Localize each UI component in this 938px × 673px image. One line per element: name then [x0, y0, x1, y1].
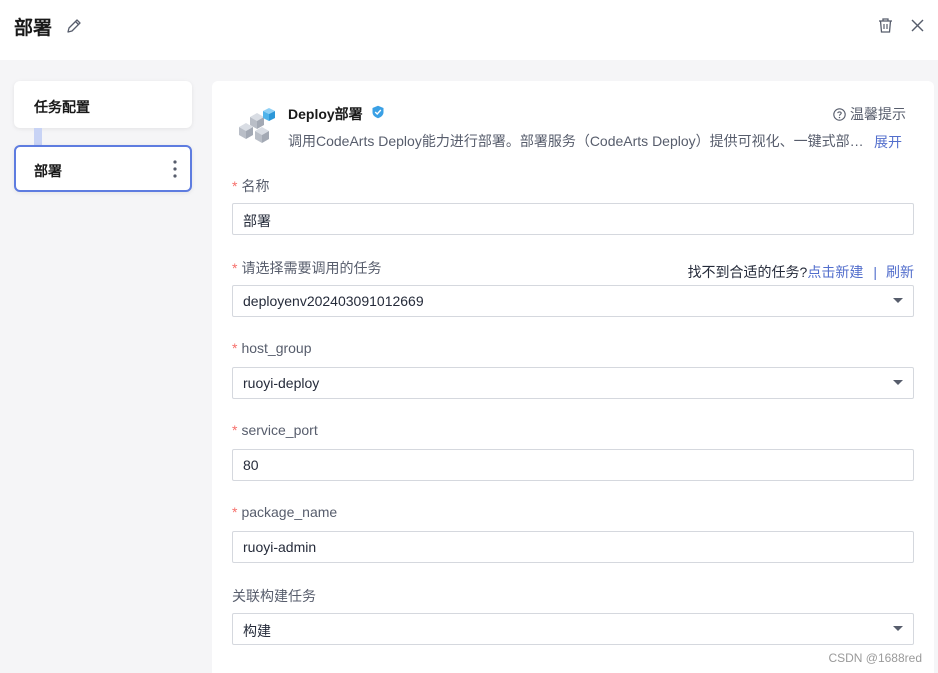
deploy-cubes-icon: [239, 108, 275, 143]
tip-link[interactable]: 温馨提示: [833, 104, 906, 124]
caret-down-icon: [893, 298, 903, 303]
watermark: CSDN @1688red: [828, 651, 922, 665]
package-name-label: * package_name: [232, 504, 338, 520]
create-task-link[interactable]: 点击新建: [807, 264, 863, 280]
caret-down-icon: [893, 626, 903, 631]
trash-icon[interactable]: [877, 17, 894, 34]
stage-deploy[interactable]: 部署: [14, 145, 192, 192]
task-select[interactable]: deployenv202403091012669: [232, 285, 914, 317]
verified-badge-icon: [372, 105, 384, 119]
expand-link[interactable]: 展开: [874, 132, 902, 152]
package-name-input[interactable]: ruoyi-admin: [232, 531, 914, 563]
required-mark: *: [232, 422, 238, 438]
header: 部署: [0, 0, 938, 60]
help-circle-icon: [833, 107, 846, 121]
page-title: 部署: [14, 18, 53, 39]
stage-label: 任务配置: [34, 99, 90, 115]
stage-connector: [34, 128, 42, 145]
edit-icon[interactable]: [65, 17, 83, 35]
stage-task-config[interactable]: 任务配置: [14, 81, 192, 128]
required-mark: *: [232, 260, 238, 276]
tip-label: 温馨提示: [850, 106, 906, 122]
required-mark: *: [232, 340, 238, 356]
stage-label: 部署: [34, 163, 62, 179]
caret-down-icon: [893, 380, 903, 385]
more-icon[interactable]: [172, 159, 178, 179]
task-label: * 请选择需要调用的任务: [232, 260, 382, 276]
host-group-label: * host_group: [232, 340, 312, 356]
required-mark: *: [232, 178, 238, 194]
plugin-description: 调用CodeArts Deploy能力进行部署。部署服务（CodeArts De…: [288, 133, 866, 149]
close-icon[interactable]: [910, 18, 925, 33]
service-port-label: * service_port: [232, 422, 318, 438]
config-panel: Deploy部署 温馨提示 调用CodeArts Deploy能力进行部署。部署…: [212, 81, 934, 673]
plugin-title: Deploy部署: [288, 106, 363, 122]
required-mark: *: [232, 504, 238, 520]
name-input[interactable]: 部署: [232, 203, 914, 235]
build-task-label: 关联构建任务: [232, 588, 316, 604]
name-label: * 名称: [232, 178, 270, 194]
build-task-select[interactable]: 构建: [232, 613, 914, 645]
task-hint: 找不到合适的任务?点击新建 | 刷新: [687, 264, 914, 280]
service-port-input[interactable]: 80: [232, 449, 914, 481]
refresh-link[interactable]: 刷新: [886, 264, 914, 280]
host-group-select[interactable]: ruoyi-deploy: [232, 367, 914, 399]
